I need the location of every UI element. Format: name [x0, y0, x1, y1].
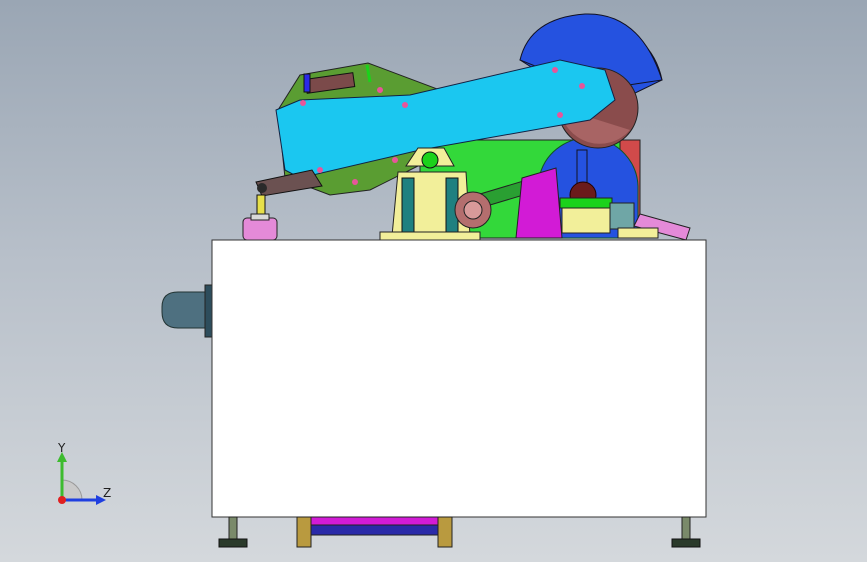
- leveling-foot-right: [671, 516, 701, 548]
- model-scene[interactable]: [0, 0, 867, 562]
- motor-cylinder: [161, 284, 215, 338]
- machine-cabinet: [211, 239, 707, 518]
- pink-knob: [242, 213, 278, 241]
- leveling-foot-left: [218, 516, 248, 548]
- pulley: [454, 191, 492, 229]
- link-rod: [255, 169, 323, 218]
- y-axis-label: Y: [57, 441, 66, 455]
- magenta-bracket: [515, 167, 563, 239]
- cad-viewport[interactable]: Y Z: [0, 0, 867, 562]
- triad-quadrant: [61, 479, 83, 501]
- machine-base: [296, 516, 453, 548]
- z-axis-label: Z: [103, 486, 111, 500]
- axis-triad: Y Z: [57, 441, 111, 505]
- x-axis-dot-icon: [58, 496, 66, 504]
